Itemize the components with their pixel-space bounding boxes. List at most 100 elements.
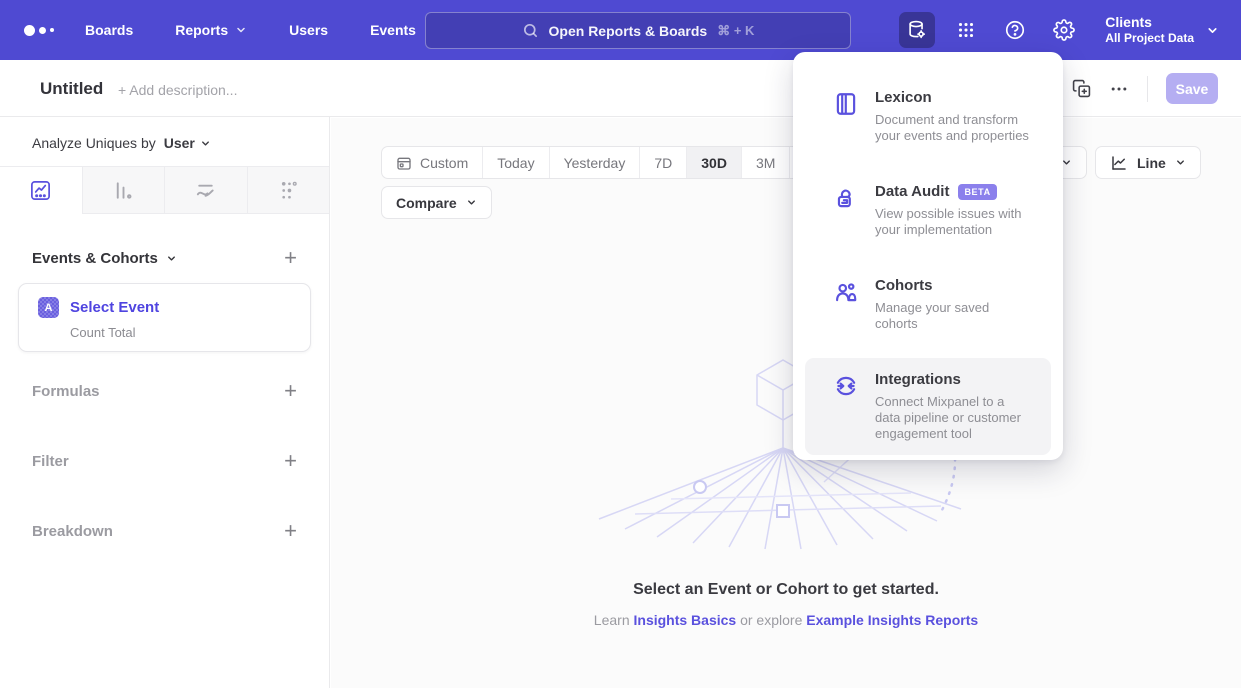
chart-style-dropdown[interactable]: Line <box>1095 146 1201 179</box>
chevron-down-icon <box>235 24 247 36</box>
scatter-dots-icon <box>277 179 300 202</box>
search-shortcut: ⌘ + K <box>717 23 754 39</box>
beta-badge: BETA <box>958 184 996 200</box>
nav-item-label: Boards <box>85 22 133 38</box>
nav-item-label: Users <box>289 22 328 38</box>
empty-state-subtitle: Learn Insights Basics or explore Example… <box>331 612 1241 628</box>
analyze-by-dropdown[interactable]: User <box>164 135 211 151</box>
date-range-selector: Custom Today Yesterday 7D 30D 3M 6M <box>381 146 839 179</box>
event-letter-badge: A <box>38 297 59 318</box>
search-icon <box>522 22 539 39</box>
apps-grid-icon <box>955 19 977 41</box>
add-filter-button[interactable]: + <box>284 450 297 472</box>
nav-item-events[interactable]: Events <box>370 22 416 38</box>
events-cohorts-title[interactable]: Events & Cohorts <box>32 250 177 267</box>
nav-item-boards[interactable]: Boards <box>85 22 133 38</box>
filter-title: Filter <box>32 453 69 470</box>
chevron-down-icon <box>1206 24 1219 37</box>
database-gear-icon <box>906 19 928 41</box>
tab-metric-chart[interactable] <box>248 167 330 214</box>
data-management-button[interactable] <box>899 12 935 48</box>
breakdown-title: Breakdown <box>32 523 113 540</box>
menu-item-desc: View possible issues with your implement… <box>875 206 1033 238</box>
count-total-label[interactable]: Count Total <box>70 325 310 340</box>
report-canvas: Custom Today Yesterday 7D 30D 3M 6M Comp… <box>331 118 1241 688</box>
search-label: Open Reports & Boards <box>549 23 708 39</box>
date-range-label: 7D <box>654 155 672 171</box>
copy-plus-icon <box>1072 79 1091 98</box>
nav-item-users[interactable]: Users <box>289 22 328 38</box>
more-options-button[interactable] <box>1109 79 1129 99</box>
top-nav: Boards Reports Users Events Open Reports… <box>0 0 1241 60</box>
nav-item-label: Reports <box>175 22 228 38</box>
date-range-today[interactable]: Today <box>482 147 548 178</box>
query-builder-sidebar: Analyze Uniques by User <box>0 117 330 688</box>
project-switcher[interactable]: Clients All Project Data <box>1105 14 1219 46</box>
analyze-label: Analyze Uniques by <box>32 135 156 151</box>
date-range-label: Yesterday <box>564 155 626 171</box>
data-audit-icon <box>833 185 859 211</box>
line-style-icon <box>1110 154 1128 172</box>
tab-line-chart[interactable] <box>0 167 83 214</box>
data-management-menu: Lexicon Document and transform your even… <box>793 52 1063 460</box>
compare-label: Compare <box>396 195 457 211</box>
nav-item-reports[interactable]: Reports <box>175 22 247 38</box>
select-event-label[interactable]: Select Event <box>70 299 159 316</box>
menu-item-title: Lexicon <box>875 89 932 106</box>
insights-basics-link[interactable]: Insights Basics <box>634 612 737 628</box>
duplicate-button[interactable] <box>1072 79 1091 98</box>
formulas-title: Formulas <box>32 383 100 400</box>
tab-bar-chart[interactable] <box>83 167 166 214</box>
chevron-down-icon <box>166 253 177 264</box>
example-reports-link[interactable]: Example Insights Reports <box>806 612 978 628</box>
report-title[interactable]: Untitled <box>40 79 103 99</box>
mixpanel-logo[interactable] <box>24 22 64 38</box>
menu-item-title: Cohorts <box>875 277 933 294</box>
menu-item-lexicon[interactable]: Lexicon Document and transform your even… <box>805 76 1051 157</box>
settings-button[interactable] <box>1046 12 1082 48</box>
line-chart-icon <box>29 179 52 202</box>
learn-prefix: Learn <box>594 612 630 628</box>
nav-item-label: Events <box>370 22 416 38</box>
menu-item-desc: Connect Mixpanel to a data pipeline or c… <box>875 394 1033 442</box>
date-range-7d[interactable]: 7D <box>639 147 686 178</box>
help-circle-icon <box>1004 19 1026 41</box>
middle-text: or explore <box>740 612 802 628</box>
date-range-label: 3M <box>756 155 775 171</box>
date-range-3m[interactable]: 3M <box>741 147 789 178</box>
add-breakdown-button[interactable]: + <box>284 520 297 542</box>
empty-state-title: Select an Event or Cohort to get started… <box>331 581 1241 599</box>
cohorts-people-icon <box>833 279 859 305</box>
analyze-by-value: User <box>164 135 195 151</box>
chart-type-tabs <box>0 166 329 214</box>
section-label: Events & Cohorts <box>32 250 158 267</box>
flow-chart-icon <box>194 179 217 202</box>
event-card[interactable]: A Select Event Count Total <box>18 283 311 352</box>
tab-flow-chart[interactable] <box>165 167 248 214</box>
add-formula-button[interactable]: + <box>284 380 297 402</box>
events-cohorts-header: Events & Cohorts + <box>32 247 297 269</box>
add-event-button[interactable]: + <box>284 247 297 269</box>
help-button[interactable] <box>997 12 1033 48</box>
date-range-label: Custom <box>420 155 468 171</box>
report-actions: Save <box>1072 60 1218 117</box>
calendar-icon <box>396 155 412 171</box>
date-range-30d[interactable]: 30D <box>686 147 741 178</box>
date-range-custom[interactable]: Custom <box>382 147 482 178</box>
add-description-field[interactable]: + Add description... <box>118 82 237 98</box>
breakdown-section: Breakdown + <box>32 520 297 542</box>
menu-item-data-audit[interactable]: Data Audit BETA View possible issues wit… <box>805 170 1051 251</box>
analyze-row: Analyze Uniques by User <box>32 135 211 151</box>
chevron-down-icon <box>200 138 211 149</box>
apps-grid-button[interactable] <box>948 12 984 48</box>
nav-right: Clients All Project Data <box>899 0 1219 60</box>
chevron-down-icon <box>466 197 477 208</box>
menu-item-integrations[interactable]: Integrations Connect Mixpanel to a data … <box>805 358 1051 455</box>
compare-button[interactable]: Compare <box>381 186 492 219</box>
global-search[interactable]: Open Reports & Boards ⌘ + K <box>425 12 851 49</box>
menu-item-cohorts[interactable]: Cohorts Manage your saved cohorts <box>805 264 1051 345</box>
project-name: All Project Data <box>1105 31 1194 46</box>
date-range-yesterday[interactable]: Yesterday <box>549 147 640 178</box>
save-button[interactable]: Save <box>1166 73 1218 104</box>
date-range-label: Today <box>497 155 534 171</box>
